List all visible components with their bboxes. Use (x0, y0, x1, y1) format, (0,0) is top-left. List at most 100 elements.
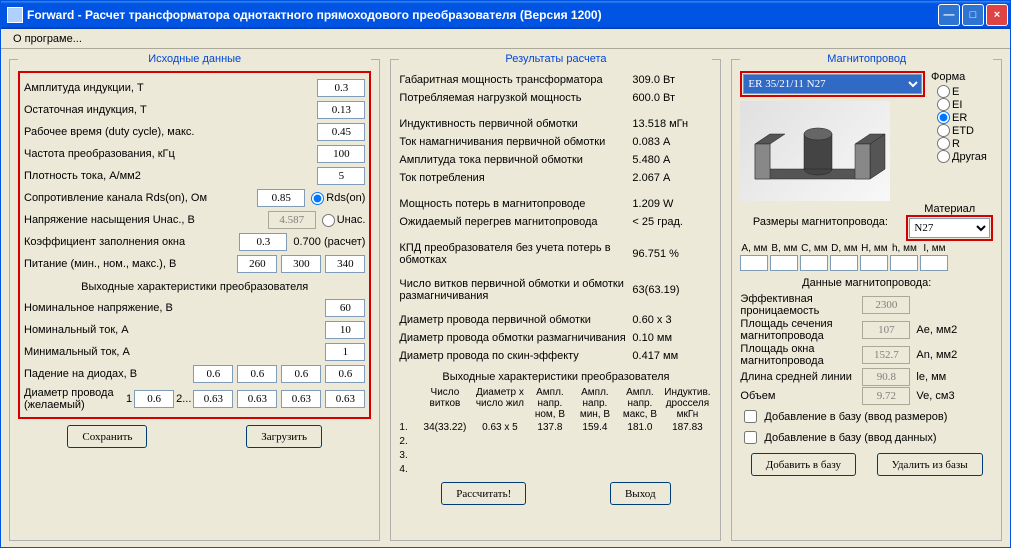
data-label: Данные магнитопровода: (740, 277, 993, 289)
inp-vnom[interactable] (325, 299, 365, 317)
radio-unas[interactable]: Uнас. (322, 214, 366, 227)
inp-supply-nom[interactable] (281, 255, 321, 273)
dim-B, мм[interactable] (770, 255, 798, 271)
results-legend: Результаты расчета (399, 53, 712, 65)
dim-H, мм[interactable] (860, 255, 888, 271)
inp-freq[interactable] (317, 145, 365, 163)
radio-rds[interactable]: Rds(on) (311, 192, 365, 205)
material-select[interactable]: N27 (909, 218, 990, 238)
res-imag: 0.083 А (632, 136, 712, 148)
inp-rds[interactable] (257, 189, 305, 207)
titlebar: Forward - Расчет трансформатора однотакт… (1, 1, 1010, 29)
input-panel: Исходные данные Амплитуда индукции, Т Ос… (9, 53, 380, 541)
shape-E[interactable]: E (937, 85, 993, 98)
inp-vd-4[interactable] (325, 365, 365, 383)
shape-R[interactable]: R (937, 137, 993, 150)
lbl-unas: Напряжение насыщения Uнас., В (24, 214, 268, 226)
dims-label: Размеры магнитопровода: (740, 216, 900, 228)
res-out-head: Выходные характеристики преобразователя (399, 371, 712, 383)
dim-h, мм[interactable] (890, 255, 918, 271)
res-ddmg: 0.10 мм (632, 332, 712, 344)
menu-about[interactable]: О програме... (7, 32, 88, 46)
res-ploss: 1.209 W (632, 198, 712, 210)
lbl-amp-ind: Амплитуда индукции, Т (24, 82, 317, 94)
chk-add-data[interactable]: Добавление в базу (ввод данных) (740, 428, 993, 447)
results-panel: Результаты расчета Габаритная мощность т… (390, 53, 721, 541)
res-pload: 600.0 Вт (632, 92, 712, 104)
mat-label: Материал (906, 203, 993, 215)
shape-Другая[interactable]: Другая (937, 150, 993, 163)
close-button[interactable]: × (986, 4, 1008, 26)
core-image (740, 101, 890, 201)
inp-wire-1[interactable] (134, 390, 174, 408)
core-param-0 (862, 296, 910, 314)
core-param-1 (862, 321, 910, 339)
inp-unas (268, 211, 316, 229)
inp-dens[interactable] (317, 167, 365, 185)
inp-duty[interactable] (317, 123, 365, 141)
save-button[interactable]: Сохранить (67, 425, 147, 448)
inp-fill[interactable] (239, 233, 287, 251)
inp-inom[interactable] (325, 321, 365, 339)
lbl-freq: Частота преобразования, кГц (24, 148, 317, 160)
inp-supply-max[interactable] (325, 255, 365, 273)
minimize-button[interactable]: — (938, 4, 960, 26)
core-param-3 (862, 368, 910, 386)
res-eff: 96.751 % (632, 248, 712, 260)
lbl-rem-ind: Остаточная индукция, Т (24, 104, 317, 116)
shape-EI[interactable]: EI (937, 98, 993, 111)
lbl-duty: Рабочее время (duty cycle), макс. (24, 126, 317, 138)
load-button[interactable]: Загрузить (246, 425, 322, 448)
inp-amp-ind[interactable] (317, 79, 365, 97)
app-icon (7, 7, 23, 23)
inp-supply-min[interactable] (237, 255, 277, 273)
fill-calc: 0.700 (расчет) (293, 236, 365, 248)
shape-ER[interactable]: ER (937, 111, 993, 124)
window-title: Forward - Расчет трансформатора однотакт… (27, 8, 938, 22)
table-row: 3. (399, 448, 712, 462)
lbl-vd: Падение на диодах, В (24, 368, 193, 380)
inp-wire-2a[interactable] (193, 390, 233, 408)
lbl-vnom: Номинальное напряжение, В (24, 302, 325, 314)
lbl-wire: Диаметр провода (желаемый) (24, 387, 124, 411)
menubar: О програме... (1, 29, 1010, 49)
inp-wire-2d[interactable] (325, 390, 365, 408)
shape-ETD[interactable]: ETD (937, 124, 993, 137)
del-db-button[interactable]: Удалить из базы (877, 453, 983, 476)
inp-vd-3[interactable] (281, 365, 321, 383)
lbl-dens: Плотность тока, А/мм2 (24, 170, 317, 182)
res-npri: 63(63.19) (632, 284, 712, 296)
inp-vd-2[interactable] (237, 365, 277, 383)
res-idc: 2.067 А (632, 172, 712, 184)
res-lpri: 13.518 мГн (632, 118, 712, 130)
lbl-rds: Сопротивление канала Rds(on), Ом (24, 192, 257, 204)
core-param-2 (862, 346, 910, 364)
res-dtmp: < 25 град. (632, 216, 712, 228)
res-ipk: 5.480 А (632, 154, 712, 166)
dim-D, мм[interactable] (830, 255, 858, 271)
inp-imin[interactable] (325, 343, 365, 361)
out-head: Выходные характеристики преобразователя (24, 281, 365, 293)
inp-vd-1[interactable] (193, 365, 233, 383)
lbl-inom: Номинальный ток, А (24, 324, 325, 336)
chk-add-dims[interactable]: Добавление в базу (ввод размеров) (740, 407, 993, 426)
inp-wire-2b[interactable] (237, 390, 277, 408)
dim-C, мм[interactable] (800, 255, 828, 271)
input-legend: Исходные данные (18, 53, 371, 65)
dim-A, мм[interactable] (740, 255, 768, 271)
table-row: 1.34(33.22)0.63 x 5137.8159.4181.0187.83 (399, 420, 712, 434)
calc-button[interactable]: Рассчитать! (441, 482, 526, 505)
add-db-button[interactable]: Добавить в базу (751, 453, 856, 476)
core-panel: Магнитопровод ER 35/21/11 N27 (731, 53, 1002, 541)
inp-wire-2c[interactable] (281, 390, 321, 408)
maximize-button[interactable]: □ (962, 4, 984, 26)
table-row: 4. (399, 462, 712, 476)
res-dskin: 0.417 мм (632, 350, 712, 362)
core-select[interactable]: ER 35/21/11 N27 (743, 74, 922, 94)
res-pgab: 309.0 Вт (632, 74, 712, 86)
lbl-imin: Минимальный ток, А (24, 346, 325, 358)
inp-rem-ind[interactable] (317, 101, 365, 119)
exit-button[interactable]: Выход (610, 482, 671, 505)
dim-I, мм[interactable] (920, 255, 948, 271)
lbl-fill: Коэффициент заполнения окна (24, 236, 239, 248)
